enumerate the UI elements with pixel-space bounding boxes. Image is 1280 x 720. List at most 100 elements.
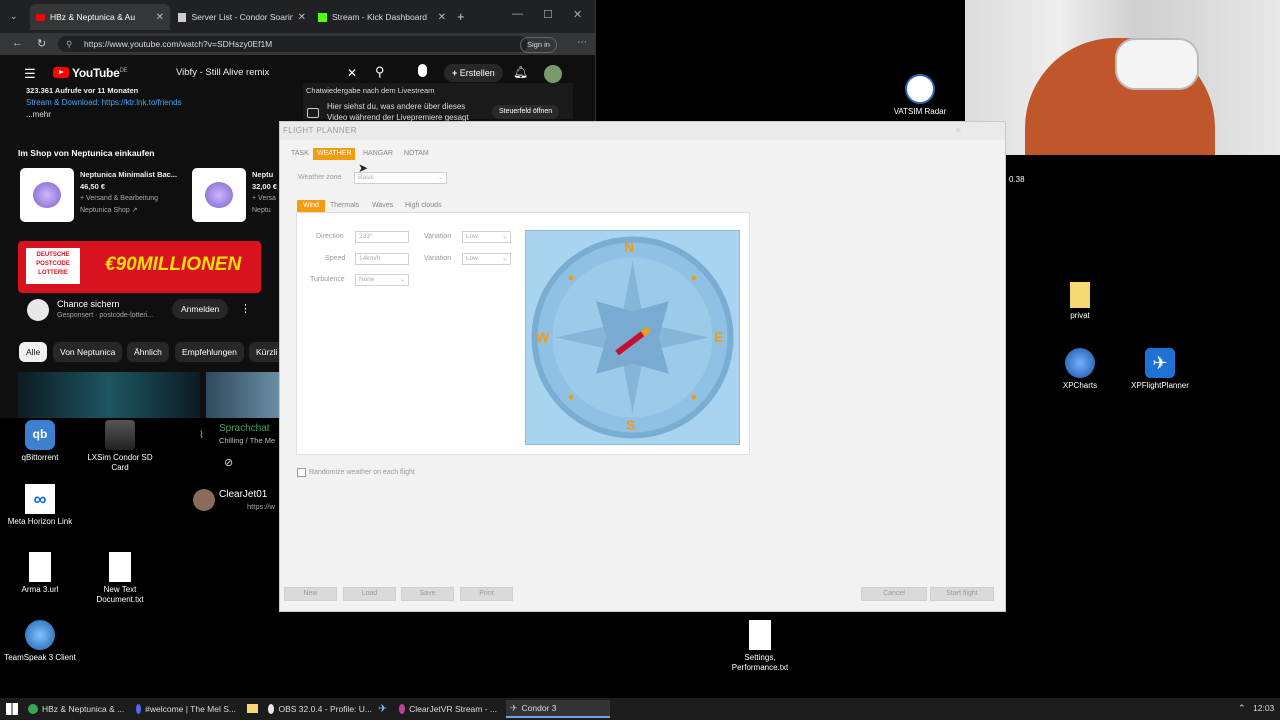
browser-tab-kick[interactable]: Stream - Kick Dashboard ✕ xyxy=(312,4,452,30)
desktop-icon-arma3[interactable]: Arma 3.url xyxy=(0,552,80,595)
chevron-down-icon: ⌄ xyxy=(399,277,405,283)
start-icon[interactable] xyxy=(6,703,18,715)
camera-off-icon[interactable]: ⊘ xyxy=(224,456,233,469)
desktop-icon-settings-performance[interactable]: Settings, Performance.txt xyxy=(720,620,800,673)
browser-tab-youtube[interactable]: HBz & Neptunica & Au ✕ xyxy=(30,4,170,30)
microphone-icon[interactable] xyxy=(418,64,427,77)
filter-chip-similar[interactable]: Ähnlich xyxy=(127,342,169,362)
video-description-link[interactable]: Stream & Download: https://ktr.lnk.to/fr… xyxy=(26,98,182,107)
youtube-logo[interactable]: YouTubeDE xyxy=(53,66,127,80)
desktop-icon-label: LXSim Condor SD Card xyxy=(87,453,153,472)
close-window-icon[interactable]: ✕ xyxy=(573,8,582,21)
minimize-icon[interactable]: — xyxy=(512,8,523,20)
desktop-icon-xpflightplanner[interactable]: ✈ XPFlightPlanner xyxy=(1120,348,1200,391)
desktop-icon-qbittorrent[interactable]: qb qBittorrent xyxy=(0,420,80,463)
pinned-app-icon[interactable]: ✈ xyxy=(378,702,387,715)
start-flight-button[interactable]: Start flight xyxy=(930,587,994,601)
cancel-button[interactable]: Cancel xyxy=(861,587,927,601)
filter-chip-neptunica[interactable]: Von Neptunica xyxy=(53,342,123,362)
desktop-icon-xpcharts[interactable]: XPCharts xyxy=(1040,348,1120,391)
youtube-search-input[interactable]: Vibfy - Still Alive remix xyxy=(170,63,372,83)
live-chat-header: Chatwiedergabe nach dem Livestream xyxy=(306,86,435,95)
filter-chip-recommendations[interactable]: Empfehlungen xyxy=(175,342,244,362)
open-chat-button[interactable]: Steuerfeld öffnen xyxy=(492,105,560,119)
glider-icon xyxy=(105,420,135,450)
video-thumbnail[interactable] xyxy=(18,372,200,418)
new-button[interactable]: New xyxy=(284,587,337,601)
discord-username[interactable]: ClearJet01 xyxy=(219,489,267,500)
ad-logo: DEUTSCHE POSTCODE LOTTERIE xyxy=(26,248,80,284)
reload-icon[interactable]: ↻ xyxy=(37,37,46,50)
desktop-icon-lxsim[interactable]: LXSim Condor SD Card xyxy=(80,420,160,473)
wind-compass[interactable]: N E S W xyxy=(525,230,740,445)
tray-chevron-icon[interactable]: ⌃ xyxy=(1238,703,1246,714)
ad-signup-button[interactable]: Anmelden xyxy=(172,299,229,319)
taskbar-item-discord[interactable]: #welcome | The Mel S... xyxy=(136,700,236,718)
ad-sponsor: Gesponsert · postcode-lotteri... xyxy=(57,312,154,319)
taskbar-item-condor[interactable]: ✈ Condor 3 xyxy=(506,700,610,718)
hamburger-menu-icon[interactable]: ☰ xyxy=(24,66,36,82)
save-button[interactable]: Save xyxy=(401,587,454,601)
speed-input[interactable]: 14km/h xyxy=(355,253,409,265)
product-card[interactable]: Neptunica Minimalist Bac... 46,50 € + Ve… xyxy=(80,169,185,217)
obs-icon xyxy=(268,704,275,714)
clear-search-icon[interactable]: ✕ xyxy=(347,66,357,80)
plus-icon: + xyxy=(452,68,458,78)
desktop-icon-label: Meta Horizon Link xyxy=(7,517,73,526)
load-button[interactable]: Load xyxy=(343,587,396,601)
file-explorer-icon[interactable] xyxy=(247,704,258,713)
tab-hangar[interactable]: HANGAR xyxy=(359,148,397,160)
browser-tab-condor[interactable]: Server List - Condor Soaring ✕ xyxy=(172,4,312,30)
flight-planner-close-icon[interactable]: ✕ xyxy=(955,126,962,135)
more-options-icon[interactable]: ⋮ xyxy=(240,302,251,315)
avatar[interactable] xyxy=(544,65,562,83)
close-tab-icon[interactable]: ✕ xyxy=(298,12,306,23)
print-button[interactable]: Print xyxy=(460,587,513,601)
desktop-icon-privat[interactable]: privat xyxy=(1040,282,1120,321)
browser-menu-icon[interactable]: ⋯ xyxy=(577,37,587,48)
show-more-link[interactable]: ...mehr xyxy=(26,110,51,119)
folder-icon xyxy=(1070,282,1090,308)
direction-input[interactable]: 233° xyxy=(355,231,409,243)
subtab-thermals[interactable]: Thermals xyxy=(326,200,363,212)
vr-headset-icon xyxy=(1115,38,1199,90)
new-tab-icon[interactable]: + xyxy=(457,9,465,24)
speed-variation-select[interactable]: Low ⌄ xyxy=(462,253,511,265)
close-tab-icon[interactable]: ✕ xyxy=(156,12,164,23)
video-thumbnail[interactable] xyxy=(206,372,280,418)
tab-task[interactable]: TASK xyxy=(287,148,313,160)
taskbar-item-browser[interactable]: HBz & Neptunica & ... xyxy=(28,700,128,718)
create-button[interactable]: + Erstellen xyxy=(444,64,503,82)
filter-chip-all[interactable]: Alle xyxy=(19,342,48,362)
desktop-icon-vatsim-radar[interactable]: VATSIM Radar xyxy=(880,74,960,117)
tab-notam[interactable]: NOTAM xyxy=(400,148,433,160)
site-info-icon[interactable]: ⚲ xyxy=(66,36,72,52)
desktop-icon-teamspeak[interactable]: TeamSpeak 3 Client xyxy=(0,620,80,663)
desktop-icon-meta-horizon[interactable]: ∞ Meta Horizon Link xyxy=(0,484,80,527)
taskbar-clock[interactable]: 12:03 xyxy=(1253,703,1274,713)
address-bar[interactable]: ⚲ https://www.youtube.com/watch?v=SDHszy… xyxy=(58,36,528,52)
close-tab-icon[interactable]: ✕ xyxy=(438,12,446,23)
desktop-icon-text-document[interactable]: New Text Document.txt xyxy=(80,552,160,605)
direction-variation-select[interactable]: Low ⌄ xyxy=(462,231,511,243)
discord-channel[interactable]: Sprachchat xyxy=(219,423,270,434)
product-card[interactable]: Neptu 32,00 € + Versa Neptu xyxy=(252,169,278,217)
sign-in-button[interactable]: Sign in xyxy=(520,37,557,53)
product-shop: Neptunica Shop ↗ xyxy=(80,207,138,214)
subtab-waves[interactable]: Waves xyxy=(368,200,397,212)
ad-title[interactable]: Chance sichern xyxy=(57,299,120,309)
tab-list-icon[interactable]: ⌄ xyxy=(10,11,18,22)
subtab-wind[interactable]: Wind xyxy=(297,200,325,212)
desktop-icon-label: New Text Document.txt xyxy=(96,585,144,604)
notifications-icon[interactable]: 🔔︎ xyxy=(513,65,528,79)
maximize-icon[interactable]: ☐ xyxy=(543,8,553,21)
taskbar-item-obs[interactable]: OBS 32.0.4 - Profile: U... xyxy=(268,700,372,718)
randomize-checkbox[interactable] xyxy=(297,468,306,477)
discord-user-avatar[interactable] xyxy=(193,489,215,511)
taskbar-item-clearjet[interactable]: ClearJetVR Stream - ... xyxy=(399,700,497,718)
back-icon[interactable]: ← xyxy=(12,37,23,49)
tab-weather[interactable]: WEATHER xyxy=(313,148,356,160)
subtab-high-clouds[interactable]: High clouds xyxy=(401,200,446,212)
turbulence-select[interactable]: None ⌄ xyxy=(355,274,409,286)
search-icon[interactable]: ⚲ xyxy=(375,64,385,80)
